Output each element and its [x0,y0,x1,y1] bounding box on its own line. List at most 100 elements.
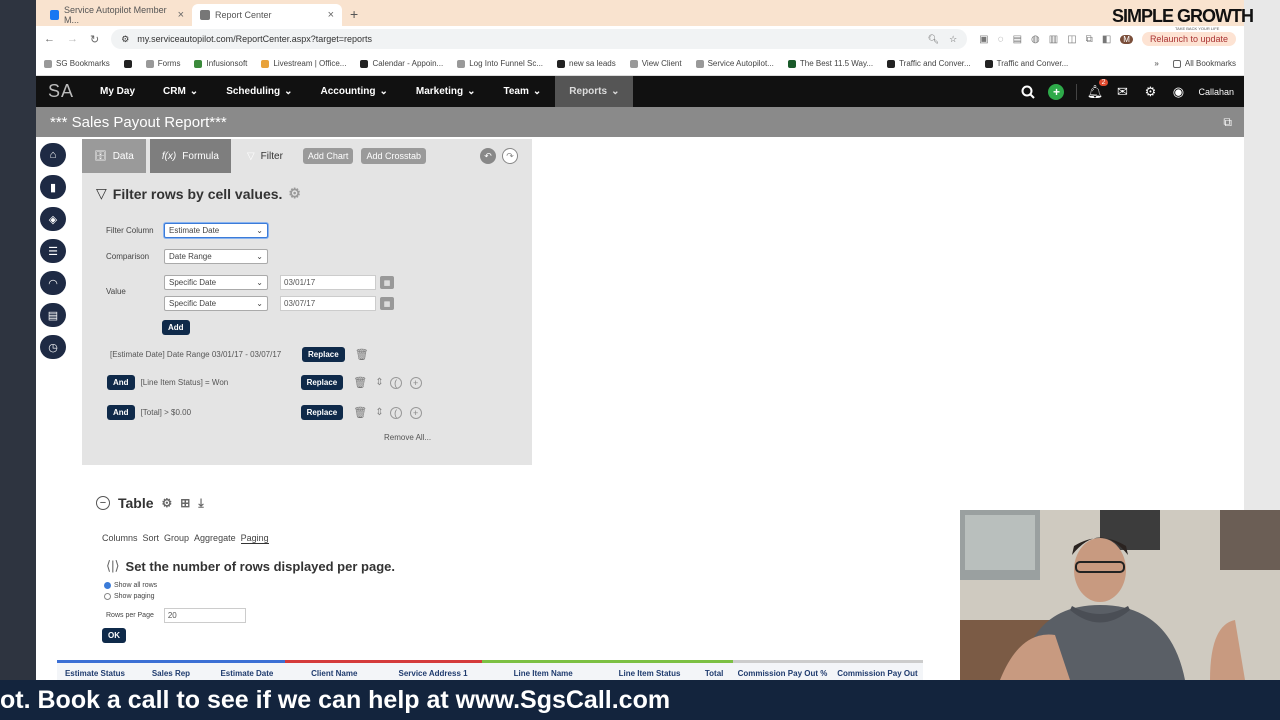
url-field[interactable]: ⚙ my.serviceautopilot.com/ReportCenter.a… [111,29,968,49]
bookmark-item[interactable]: Traffic and Conver... [887,59,971,68]
bookmark-item[interactable]: Service Autopilot... [695,59,774,68]
rows-per-page-input[interactable]: 20 [163,608,246,623]
column-header[interactable]: Commission Pay Out [831,660,923,680]
nav-scheduling[interactable]: Scheduling ⌄ [212,76,306,107]
extension-icon[interactable]: ◍ [1031,34,1040,45]
extension-icon[interactable]: ▤ [1013,34,1022,45]
gear-icon[interactable]: ⚙ [162,496,173,510]
close-tab-icon[interactable]: × [328,9,334,21]
extension-icon[interactable]: ◌ [998,34,1004,45]
remove-all-link[interactable]: Remove All... [384,433,431,442]
copy-icon[interactable]: ⧉ [1223,115,1232,130]
subtab-paging[interactable]: Paging [240,533,269,544]
calendar-icon[interactable]: ▦ [380,276,394,289]
site-settings-icon[interactable]: ⚙ [121,34,129,45]
trash-icon[interactable]: 🗑︎ [355,348,369,361]
value-type-select-1[interactable]: Specific Date ⌄ [164,275,268,290]
column-header[interactable]: Client Name [284,660,384,680]
tab-data[interactable]: 🗄︎ Data [82,139,146,173]
nav-team[interactable]: Team ⌄ [490,76,556,107]
add-filter-button[interactable]: Add [162,320,190,335]
move-updown-icon[interactable]: ⇕ [375,407,383,418]
cube-icon[interactable]: ◈ [40,207,66,231]
column-header[interactable]: Service Address 1 [383,660,483,680]
bookmark-item[interactable] [123,59,132,68]
sa-logo[interactable]: SA [36,81,86,102]
nav-reports[interactable]: Reports ⌄ [555,76,634,107]
bookmark-item[interactable]: Infusionsoft [194,59,247,68]
replace-button[interactable]: Replace [300,405,344,420]
gear-icon[interactable]: ⚙ [1142,84,1158,100]
extension-icon[interactable]: ⧉ [1086,34,1093,45]
back-icon[interactable]: ← [44,33,55,45]
add-crosstab-button[interactable]: Add Crosstab [361,148,426,164]
tab-filter[interactable]: ▽ Filter [234,139,295,173]
start-date-input[interactable]: 03/01/17 [280,275,376,290]
bookmark-item[interactable]: new sa leads [557,59,616,68]
column-header[interactable]: Total [695,660,734,680]
trash-icon[interactable]: 🗑︎ [353,376,367,389]
sidebar-icon[interactable]: ◧ [1102,34,1111,45]
user-name[interactable]: Callahan [1198,87,1234,97]
and-connector-button[interactable]: And [107,375,135,390]
search-icon[interactable] [1020,84,1036,100]
and-connector-button[interactable]: And [107,405,135,420]
ok-button[interactable]: OK [102,628,126,643]
browser-tab[interactable]: Service Autopilot Member M... × [42,4,192,26]
undo-icon[interactable]: ↶ [479,148,496,164]
chat-icon[interactable]: ✉ [1114,84,1130,100]
more-bookmarks-icon[interactable]: » [1154,59,1158,68]
column-header[interactable]: Line Item Name [482,660,604,680]
extension-icon[interactable]: ▥ [1049,34,1058,45]
replace-button[interactable]: Replace [302,347,345,362]
move-updown-icon[interactable]: ⇕ [375,377,383,388]
forward-icon[interactable]: → [67,33,78,45]
bookmark-item[interactable]: SG Bookmarks [44,59,110,68]
profile-icon[interactable]: M [1120,34,1133,44]
column-header[interactable]: Commission Pay Out % [733,660,832,680]
notifications-icon[interactable]: 🔔︎ 2 [1076,78,1109,100]
nav-accounting[interactable]: Accounting ⌄ [306,76,401,107]
extension-icon[interactable]: ▣ [979,34,988,45]
indent-icon[interactable]: + [409,376,422,389]
download-icon[interactable]: ⤓ [198,496,203,511]
end-date-input[interactable]: 03/07/17 [280,296,376,311]
outdent-icon[interactable]: ( [389,406,402,419]
bookmark-item[interactable]: Traffic and Conver... [984,59,1068,68]
document-icon[interactable]: ▤ [40,303,66,327]
collapse-icon[interactable]: − [96,496,110,510]
value-type-select-2[interactable]: Specific Date ⌄ [164,296,268,311]
replace-button[interactable]: Replace [300,375,344,390]
redo-icon[interactable]: ↷ [501,148,518,164]
bar-chart-icon[interactable]: ▮ [40,175,66,199]
nav-my-day[interactable]: My Day [86,76,149,107]
subtab-aggregate[interactable]: Aggregate [194,533,236,544]
list-icon[interactable]: ☰ [40,239,66,263]
comparison-select[interactable]: Date Range ⌄ [164,249,268,264]
nav-crm[interactable]: CRM ⌄ [149,76,212,107]
bookmark-item[interactable]: The Best 11.5 Way... [787,59,873,68]
all-bookmarks-item[interactable]: All Bookmarks [1172,59,1236,68]
column-header[interactable]: Sales Rep [132,660,209,680]
clock-icon[interactable]: ◷ [40,335,66,359]
reload-icon[interactable]: ↻ [90,33,99,46]
subtab-columns[interactable]: Columns [102,533,138,544]
filter-column-select[interactable]: Estimate Date ⌄ [164,223,268,238]
bookmark-item[interactable]: Livestream | Office... [261,59,346,68]
close-tab-icon[interactable]: × [178,9,184,21]
bookmark-item[interactable]: Calendar - Appoin... [360,59,443,68]
nav-marketing[interactable]: Marketing ⌄ [402,76,490,107]
outdent-icon[interactable]: ( [389,376,402,389]
relaunch-button[interactable]: Relaunch to update [1141,32,1236,46]
subtab-group[interactable]: Group [164,533,189,544]
add-chart-button[interactable]: Add Chart [302,148,354,164]
column-header[interactable]: Estimate Status [57,660,133,680]
add-icon[interactable]: + [1048,83,1065,100]
gear-icon[interactable]: ⚙ [288,185,301,202]
subtab-sort[interactable]: Sort [143,533,160,544]
bookmark-item[interactable]: Forms [145,59,180,68]
extension-icon[interactable]: ◫ [1067,34,1076,45]
trash-icon[interactable]: 🗑︎ [353,406,367,419]
bookmark-item[interactable]: View Client [629,59,682,68]
bookmark-star-icon[interactable]: ☆ [949,34,957,45]
